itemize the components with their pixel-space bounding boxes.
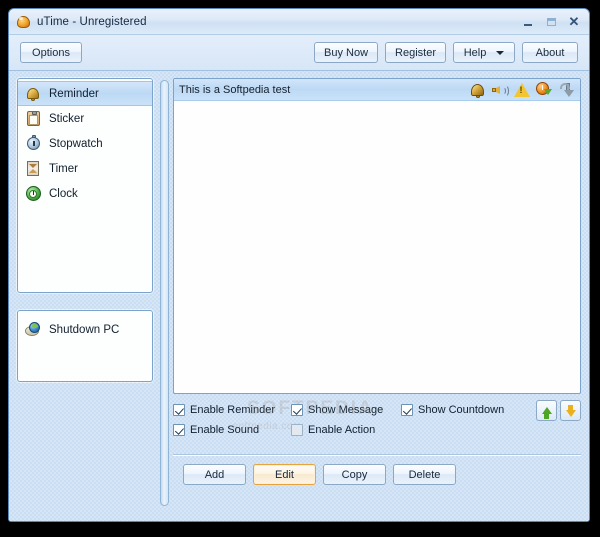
content-area: This is a Softpedia test ! SOFTPEDIA sof… — [173, 78, 581, 514]
row-status-icons — [469, 81, 576, 98]
utime-app-icon — [16, 14, 31, 29]
move-up-button[interactable] — [536, 400, 557, 421]
delete-button[interactable]: Delete — [393, 464, 456, 485]
sidebar-item-label: Shutdown PC — [49, 323, 120, 336]
arrow-down-icon — [565, 404, 576, 417]
checkbox-show-message[interactable]: Show Message — [291, 404, 401, 416]
sidebar-item-label: Clock — [49, 187, 78, 200]
hourglass-icon — [24, 160, 42, 178]
bell-icon — [24, 85, 42, 103]
minimize-icon — [524, 23, 532, 26]
edit-button[interactable]: Edit — [253, 464, 316, 485]
checkbox-box — [173, 404, 185, 416]
checkbox-show-countdown[interactable]: Show Countdown — [401, 404, 504, 416]
return-arrow-icon — [557, 81, 574, 98]
checkbox-box — [291, 424, 303, 436]
checkbox-enable-sound[interactable]: Enable Sound — [173, 424, 291, 436]
navigation-panel: Reminder Sticker Stopwatch Timer Clock — [17, 78, 153, 293]
checkbox-row-top: Enable Reminder Show Message Show Countd… — [173, 400, 581, 420]
checkbox-enable-reminder[interactable]: Enable Reminder — [173, 404, 291, 416]
close-icon: ✕ — [568, 14, 580, 29]
warning-icon — [513, 81, 530, 98]
maximize-icon — [546, 17, 556, 26]
about-button[interactable]: About — [522, 42, 578, 63]
window-title: uTime - Unregistered — [37, 15, 147, 28]
checkbox-box — [291, 404, 303, 416]
table-row[interactable]: This is a Softpedia test — [174, 79, 580, 101]
speaker-icon — [491, 81, 509, 98]
sidebar-item-sticker[interactable]: Sticker — [18, 106, 152, 131]
help-button-label: Help — [463, 46, 487, 59]
checkbox-label: Enable Action — [308, 424, 376, 436]
body-area: Reminder Sticker Stopwatch Timer Clock S… — [9, 71, 589, 521]
action-buttons: Add Edit Copy Delete — [183, 464, 456, 485]
arrow-up-icon — [541, 407, 552, 419]
sidebar-item-clock[interactable]: Clock — [18, 181, 152, 206]
options-button[interactable]: Options — [20, 42, 82, 63]
sidebar-item-timer[interactable]: Timer — [18, 156, 152, 181]
reminder-title: This is a Softpedia test — [179, 83, 291, 96]
checkbox-row-bottom: Enable Sound Enable Action — [173, 420, 581, 440]
sidebar-item-reminder[interactable]: Reminder — [18, 81, 152, 106]
checkbox-box — [401, 404, 413, 416]
toolbar: Options Buy Now Register Help About — [9, 35, 589, 71]
sidebar-item-stopwatch[interactable]: Stopwatch — [18, 131, 152, 156]
shutdown-pc-icon — [24, 321, 42, 339]
clipboard-icon — [24, 110, 42, 128]
checkbox-label: Enable Sound — [190, 424, 260, 436]
section-divider — [173, 454, 581, 456]
bell-icon — [469, 81, 486, 98]
add-button[interactable]: Add — [183, 464, 246, 485]
help-button[interactable]: Help — [453, 42, 515, 63]
checkbox-label: Show Message — [308, 404, 384, 416]
action-panel: Shutdown PC — [17, 310, 153, 382]
sidebar-item-label: Sticker — [49, 112, 85, 125]
reminder-list-panel[interactable]: This is a Softpedia test — [173, 78, 581, 394]
minimize-button[interactable] — [517, 13, 539, 30]
checkbox-label: Show Countdown — [418, 404, 505, 416]
register-button[interactable]: Register — [385, 42, 446, 63]
sidebar: Reminder Sticker Stopwatch Timer Clock S… — [17, 78, 153, 382]
sidebar-item-label: Stopwatch — [49, 137, 103, 150]
checkbox-label: Enable Reminder — [190, 404, 275, 416]
close-button[interactable]: ✕ — [563, 13, 585, 30]
reminder-options-section: SOFTPEDIA softpedia.com Enable Reminder … — [173, 398, 581, 448]
checkbox-enable-action[interactable]: Enable Action — [291, 424, 401, 436]
panel-splitter[interactable] — [160, 80, 169, 506]
buy-now-button[interactable]: Buy Now — [314, 42, 379, 63]
reorder-buttons — [536, 400, 581, 421]
title-bar[interactable]: uTime - Unregistered ✕ — [9, 9, 589, 35]
checkbox-box — [173, 424, 185, 436]
copy-button[interactable]: Copy — [323, 464, 386, 485]
sidebar-item-shutdown-pc[interactable]: Shutdown PC — [18, 317, 152, 342]
countdown-icon — [535, 81, 552, 98]
chevron-down-icon — [496, 50, 505, 55]
sidebar-item-label: Timer — [49, 162, 78, 175]
clock-icon — [24, 185, 42, 203]
move-down-button[interactable] — [560, 400, 581, 421]
sidebar-item-label: Reminder — [49, 87, 99, 100]
stopwatch-icon — [24, 135, 42, 153]
application-window: uTime - Unregistered ✕ Options Buy Now R… — [8, 8, 590, 522]
maximize-button[interactable] — [540, 13, 562, 30]
